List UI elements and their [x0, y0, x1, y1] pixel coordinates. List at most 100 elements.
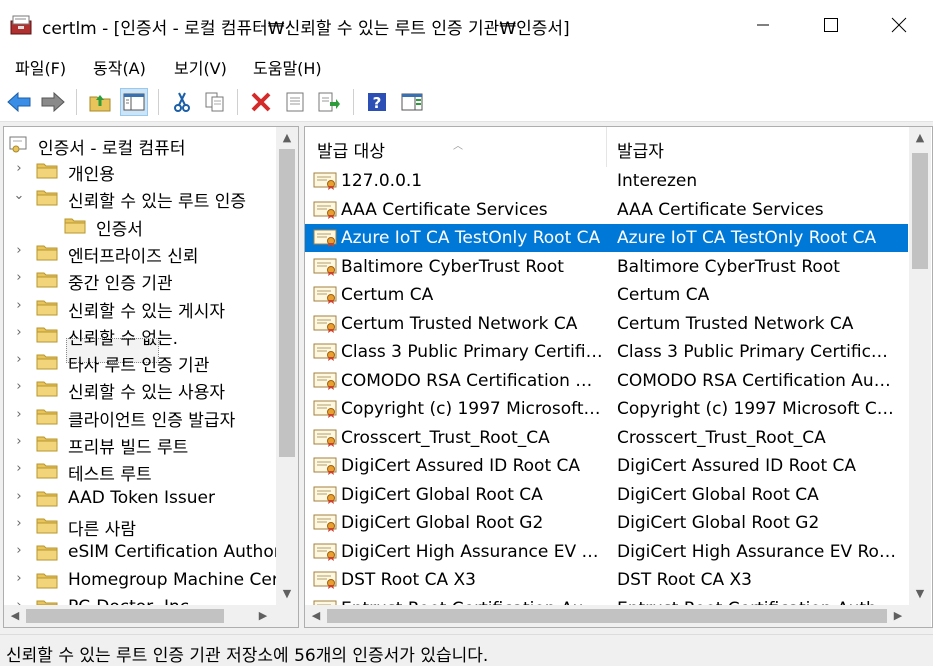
tree-item[interactable]: ⌄ 신뢰할 수 있는 루트 인증: [4, 184, 274, 213]
chevron-right-icon[interactable]: ›: [12, 516, 26, 532]
table-row[interactable]: DigiCert Global Root CA DigiCert Global R…: [305, 481, 908, 509]
certificate-icon: [313, 229, 337, 247]
folder-icon: [36, 518, 58, 534]
scroll-up-icon[interactable]: ▲: [911, 131, 929, 144]
menu-help[interactable]: 도움말(H): [249, 55, 326, 79]
tree-vertical-scrollbar[interactable]: ▲ ▼: [276, 127, 298, 605]
tree-item[interactable]: › 신뢰할 수 없는.: [4, 321, 274, 349]
tree-item[interactable]: › 신뢰할 수 있는 사용자: [4, 375, 274, 403]
tree-item[interactable]: › Homegroup Machine Cert: [4, 567, 285, 593]
chevron-right-icon[interactable]: ›: [12, 352, 26, 368]
chevron-right-icon[interactable]: ›: [12, 298, 26, 314]
certificate-icon: [313, 343, 337, 361]
show-hide-tree-button[interactable]: [120, 88, 148, 116]
issued-to-cell: DigiCert Global Root CA: [341, 484, 543, 505]
folder-icon: [36, 272, 58, 288]
chevron-right-icon[interactable]: ›: [12, 571, 26, 587]
properties-button[interactable]: [281, 88, 309, 116]
export-list-icon: [318, 92, 340, 112]
tree-item[interactable]: › 타사 루트 인증 기관: [4, 348, 274, 376]
forward-button[interactable]: [39, 88, 67, 116]
scroll-left-icon[interactable]: ◀: [6, 609, 24, 622]
maximize-button[interactable]: [797, 0, 865, 50]
scroll-left-icon[interactable]: ◀: [307, 609, 325, 622]
table-row[interactable]: Certum Trusted Network CA Certum Trusted …: [305, 310, 908, 338]
table-row[interactable]: COMODO RSA Certification Aut... COMODO RS…: [305, 367, 908, 395]
table-row[interactable]: AAA Certificate Services AAA Certificate …: [305, 196, 908, 224]
tree-item[interactable]: › AAD Token Issuer: [4, 485, 274, 511]
properties-icon: [286, 92, 304, 112]
table-row[interactable]: DigiCert Global Root G2 DigiCert Global R…: [305, 509, 908, 537]
chevron-right-icon[interactable]: ›: [12, 434, 26, 450]
tree-pane[interactable]: 인증서 - 로컬 컴퓨터 › 개인용 ⌄ 신뢰할 수 있는 루트 인증 인증서 › 엔터프라…: [3, 126, 299, 628]
folder-icon: [36, 491, 58, 507]
chevron-right-icon[interactable]: ›: [12, 461, 26, 477]
column-header-issued-to[interactable]: 발급 대상 ︿: [305, 127, 606, 167]
scroll-right-icon[interactable]: ▶: [254, 609, 272, 622]
back-button[interactable]: [5, 88, 33, 116]
tree-vscroll-thumb[interactable]: [279, 149, 295, 457]
scroll-up-icon[interactable]: ▲: [278, 131, 296, 144]
table-row[interactable]: DigiCert Assured ID Root CA DigiCert Assu…: [305, 452, 908, 480]
tree-item[interactable]: 인증서: [4, 212, 274, 240]
chevron-right-icon[interactable]: ›: [12, 407, 26, 423]
menu-action[interactable]: 동작(A): [89, 55, 150, 79]
tree-item[interactable]: › 개인용: [4, 157, 274, 185]
list-vscroll-thumb[interactable]: [912, 153, 928, 269]
issued-to-cell: DigiCert Global Root G2: [341, 513, 544, 533]
table-row[interactable]: Azure IoT CA TestOnly Root CA Azure IoT C…: [305, 224, 908, 252]
tree-item[interactable]: › 다른 사람: [4, 512, 274, 540]
minimize-button[interactable]: [729, 0, 797, 50]
tree-item-label: 프리뷰 빌드 루트: [68, 438, 189, 458]
copy-button[interactable]: [201, 88, 229, 116]
table-row[interactable]: DigiCert High Assurance EV Ro... DigiCert…: [305, 538, 908, 566]
tree-hscroll-thumb[interactable]: [26, 609, 224, 623]
table-row[interactable]: Certum CA Certum CA: [305, 281, 908, 309]
scroll-down-icon[interactable]: ▼: [278, 587, 296, 600]
chevron-right-icon[interactable]: ›: [12, 243, 26, 259]
export-list-button[interactable]: [315, 88, 343, 116]
tree-item[interactable]: › 중간 인증 기관: [4, 266, 274, 294]
menu-file[interactable]: 파일(F): [11, 55, 70, 79]
table-row[interactable]: Copyright (c) 1997 Microsoft Co... Copyri…: [305, 395, 908, 423]
chevron-right-icon[interactable]: ›: [12, 379, 26, 395]
tree-root[interactable]: 인증서 - 로컬 컴퓨터: [4, 131, 274, 159]
tree-horizontal-scrollbar[interactable]: ◀ ▶: [4, 605, 298, 627]
chevron-right-icon[interactable]: ›: [12, 270, 26, 286]
chevron-right-icon[interactable]: ›: [12, 161, 26, 177]
table-row[interactable]: Class 3 Public Primary Certificat... Clas…: [305, 338, 908, 366]
scroll-down-icon[interactable]: ▼: [911, 587, 929, 600]
tree-item[interactable]: › 클라이언트 인증 발급자: [4, 403, 274, 431]
close-button[interactable]: [865, 0, 933, 50]
delete-button[interactable]: [247, 88, 275, 116]
up-folder-button[interactable]: [86, 88, 114, 116]
chevron-right-icon[interactable]: ›: [12, 543, 26, 559]
table-row[interactable]: 127.0.0.1 Interezen: [305, 167, 908, 195]
help-button[interactable]: ?: [363, 88, 391, 116]
chevron-right-icon[interactable]: ›: [12, 489, 26, 505]
tree-item[interactable]: › 테스트 루트: [4, 457, 274, 485]
scroll-right-icon[interactable]: ▶: [889, 609, 907, 622]
chevron-right-icon[interactable]: ›: [12, 325, 26, 341]
table-row[interactable]: Baltimore CyberTrust Root Baltimore Cyber…: [305, 253, 908, 281]
tree-item-label: 신뢰할 수 있는 루트 인증: [68, 192, 247, 213]
tree-item[interactable]: › 프리뷰 빌드 루트: [4, 430, 274, 458]
table-row[interactable]: Crosscert_Trust_Root_CA Crosscert_Trust_R…: [305, 424, 908, 452]
menu-view[interactable]: 보기(V): [170, 55, 231, 79]
column-header-issued-by[interactable]: 발급자: [607, 127, 909, 167]
certificates-snapin-icon: [9, 136, 27, 153]
certificate-list-pane[interactable]: 발급 대상 ︿ 발급자 127.0.0.1 Interezen AAA Certif…: [304, 126, 933, 628]
cut-button[interactable]: [168, 88, 196, 116]
list-vertical-scrollbar[interactable]: ▲ ▼: [909, 127, 931, 605]
list-horizontal-scrollbar[interactable]: ◀ ▶: [305, 605, 909, 627]
list-hscroll-thumb[interactable]: [327, 609, 887, 623]
tree-item[interactable]: › 신뢰할 수 있는 게시자: [4, 294, 274, 322]
tree-item[interactable]: › 엔터프라이즈 신뢰: [4, 239, 274, 267]
chevron-down-icon[interactable]: ⌄: [12, 188, 26, 204]
tree-item-label: 개인용: [68, 165, 115, 185]
action-pane-button[interactable]: [398, 88, 426, 116]
chevron-right-icon[interactable]: [40, 216, 54, 232]
table-row[interactable]: DST Root CA X3 DST Root CA X3: [305, 566, 908, 594]
column-header-issued-to-label: 발급 대상: [317, 142, 385, 162]
tree-item[interactable]: › eSIM Certification Authori: [4, 539, 285, 565]
